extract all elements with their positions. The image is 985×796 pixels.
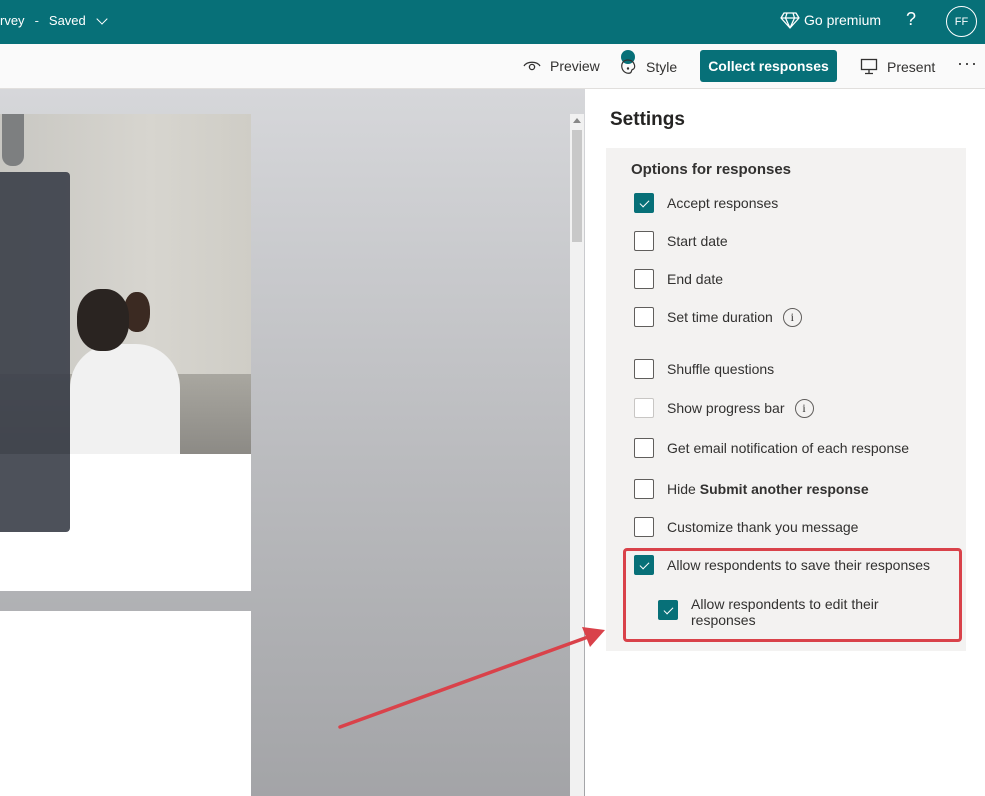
option-accept-responses[interactable]: Accept responses <box>634 193 778 213</box>
lamp-shape <box>2 114 24 166</box>
checkbox-disabled <box>634 398 654 418</box>
checkbox[interactable] <box>634 517 654 537</box>
person-head <box>77 289 129 351</box>
preview-button[interactable]: Preview <box>523 58 600 74</box>
option-label: Set time duration <box>667 309 773 325</box>
save-status: Saved <box>48 13 86 28</box>
diamond-icon <box>780 12 800 29</box>
form-title[interactable]: rvey <box>0 13 25 28</box>
go-premium-label: Go premium <box>804 12 882 28</box>
monitor-icon <box>860 58 878 75</box>
title-separator: - <box>34 13 39 28</box>
go-premium-button[interactable]: Go premium <box>780 11 881 29</box>
settings-title: Settings <box>610 109 685 130</box>
option-label: Start date <box>667 233 728 249</box>
help-button[interactable]: ? <box>906 9 916 30</box>
option-show-progress-bar[interactable]: Show progress bar i <box>634 398 814 418</box>
option-set-time-duration[interactable]: Set time duration i <box>634 307 802 327</box>
avatar[interactable]: FF <box>946 6 977 37</box>
present-button[interactable]: Present <box>860 58 935 75</box>
present-label: Present <box>887 58 936 75</box>
checkbox[interactable] <box>634 231 654 251</box>
style-label: Style <box>646 59 678 75</box>
style-button[interactable]: Style <box>619 50 678 76</box>
annotation-highlight-box <box>623 548 962 642</box>
scroll-up-arrow-icon[interactable] <box>573 118 581 123</box>
checkbox[interactable] <box>634 307 654 327</box>
option-hide-submit-another[interactable]: Hide Submit another response <box>634 479 869 499</box>
info-icon[interactable]: i <box>794 398 814 418</box>
option-label: Shuffle questions <box>667 361 775 377</box>
option-label: Customize thank you message <box>667 519 859 535</box>
option-email-notification[interactable]: Get email notification of each response <box>634 438 909 458</box>
checkbox-checked[interactable] <box>634 193 654 213</box>
option-shuffle-questions[interactable]: Shuffle questions <box>634 359 774 379</box>
preview-label: Preview <box>550 58 600 74</box>
theme-overlay-panel <box>0 172 70 532</box>
document-title-area[interactable]: rvey - Saved <box>0 12 108 28</box>
command-bar: Preview Style Collect responses Present … <box>0 44 985 89</box>
checkbox[interactable] <box>634 479 654 499</box>
checkbox[interactable] <box>634 359 654 379</box>
chevron-down-icon[interactable] <box>96 12 108 25</box>
scroll-thumb[interactable] <box>572 130 582 242</box>
checkbox[interactable] <box>634 269 654 289</box>
option-label: End date <box>667 271 724 287</box>
checkbox[interactable] <box>634 438 654 458</box>
canvas-scrollbar[interactable] <box>570 114 584 796</box>
eye-icon <box>523 61 541 71</box>
info-icon[interactable]: i <box>782 307 802 327</box>
option-label: Get email notification of each response <box>667 440 910 456</box>
person-body <box>70 344 180 454</box>
option-label-prefix: Hide <box>667 481 696 497</box>
option-label-bold: Submit another response <box>699 481 869 497</box>
option-label: Show progress bar <box>667 400 785 416</box>
collect-responses-button[interactable]: Collect responses <box>700 50 837 82</box>
option-start-date[interactable]: Start date <box>634 231 728 251</box>
settings-panel: Settings Options for responses Accept re… <box>586 89 985 796</box>
question-card <box>0 611 251 796</box>
palette-icon <box>619 50 637 76</box>
more-options-button[interactable]: ··· <box>957 53 978 74</box>
option-end-date[interactable]: End date <box>634 269 723 289</box>
options-heading: Options for responses <box>631 161 792 178</box>
option-customize-thank-you[interactable]: Customize thank you message <box>634 517 858 537</box>
option-label: Accept responses <box>667 195 779 211</box>
app-header: rvey - Saved Go premium ? FF <box>0 0 985 44</box>
form-canvas <box>0 89 585 796</box>
